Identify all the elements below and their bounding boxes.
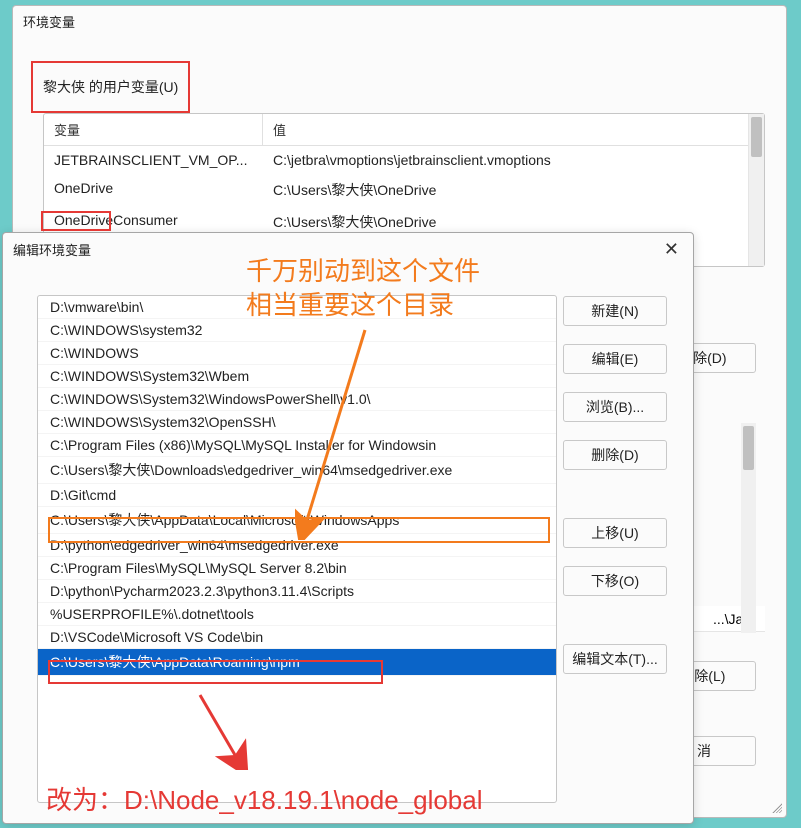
scrollbar[interactable] [741,423,756,633]
list-item[interactable]: C:\WINDOWS\System32\Wbem [38,365,556,388]
list-item[interactable]: C:\Users\黎大侠\AppData\Local\Microsoft\Win… [38,507,556,534]
list-item[interactable]: C:\WINDOWS\system32 [38,319,556,342]
dialog-title: 环境变量 [13,6,786,37]
new-button[interactable]: 新建(N) [563,296,667,326]
list-item[interactable]: C:\WINDOWS\System32\OpenSSH\ [38,411,556,434]
path-edit-buttons: 新建(N) 编辑(E) 浏览(B)... 删除(D) 上移(U) 下移(O) 编… [563,296,671,674]
dialog-title: 编辑环境变量 [13,240,91,259]
list-item[interactable]: C:\Program Files\MySQL\MySQL Server 8.2\… [38,557,556,580]
list-item[interactable]: C:\Users\黎大侠\Downloads\edgedriver_win64\… [38,457,556,484]
table-row[interactable]: OneDrive C:\Users\黎大侠\OneDrive [44,174,764,206]
delete-button[interactable]: 删除(D) [563,440,667,470]
list-item-selected[interactable]: C:\Users\黎大侠\AppData\Roaming\npm [38,649,556,676]
list-item[interactable]: D:\python\edgedriver_win64\msedgedriver.… [38,534,556,557]
col-val-header: 值 [263,114,764,145]
list-item[interactable]: D:\Git\cmd [38,484,556,507]
movedown-button[interactable]: 下移(O) [563,566,667,596]
edittext-button[interactable]: 编辑文本(T)... [563,644,667,674]
dialog-titlebar: 编辑环境变量 ✕ [3,233,693,266]
edit-button[interactable]: 编辑(E) [563,344,667,374]
close-icon[interactable]: ✕ [660,239,683,260]
user-vars-label: 黎大侠 的用户变量(U) [31,61,190,113]
resize-grip[interactable] [770,801,782,813]
list-item[interactable]: D:\python\Pycharm2023.2.3\python3.11.4\S… [38,580,556,603]
scrollbar[interactable] [748,114,764,266]
list-item[interactable]: C:\Program Files (x86)\MySQL\MySQL Insta… [38,434,556,457]
scrollbar-thumb[interactable] [743,426,754,470]
browse-button[interactable]: 浏览(B)... [563,392,667,422]
list-item[interactable]: C:\WINDOWS\System32\WindowsPowerShell\v1… [38,388,556,411]
table-header: 变量 值 [44,114,764,146]
moveup-button[interactable]: 上移(U) [563,518,667,548]
list-item[interactable]: D:\vmware\bin\ [38,296,556,319]
path-entries-list[interactable]: D:\vmware\bin\ C:\WINDOWS\system32 C:\WI… [37,295,557,803]
table-row[interactable]: JETBRAINSCLIENT_VM_OP... C:\jetbra\vmopt… [44,146,764,174]
scrollbar-thumb[interactable] [751,117,762,157]
edit-env-var-dialog: 编辑环境变量 ✕ D:\vmware\bin\ C:\WINDOWS\syste… [2,232,694,824]
col-var-header: 变量 [44,114,263,145]
list-item[interactable]: C:\WINDOWS [38,342,556,365]
list-item[interactable]: %USERPROFILE%\.dotnet\tools [38,603,556,626]
list-item[interactable]: D:\VSCode\Microsoft VS Code\bin [38,626,556,649]
